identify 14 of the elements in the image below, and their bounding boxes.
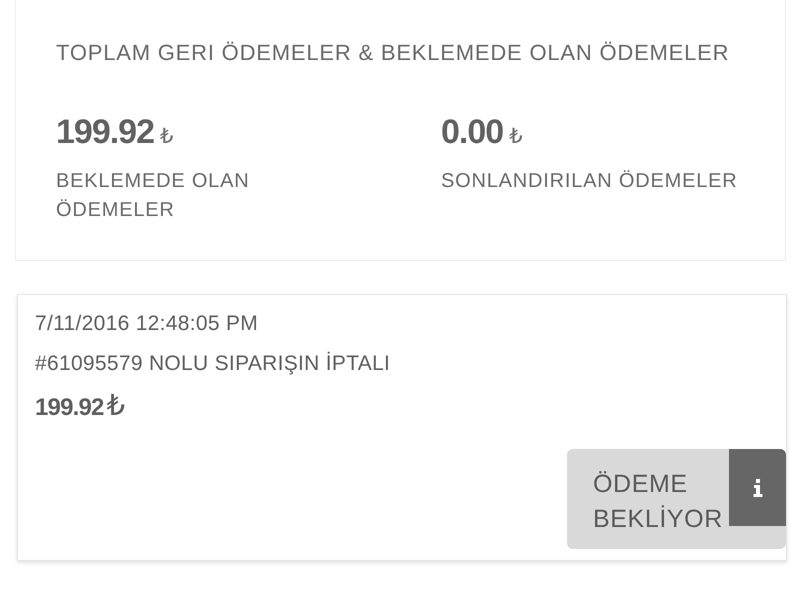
transaction-date: 7/11/2016 12:48:05 PM bbox=[35, 311, 260, 337]
status-label: ÖDEME BEKLİYOR bbox=[593, 469, 723, 535]
stat-amount: 199.92 bbox=[56, 112, 154, 153]
info-icon bbox=[752, 478, 762, 496]
summary-title: TOPLAM GERI ÖDEMELER & BEKLEMEDE OLAN ÖDEMELER bbox=[56, 39, 730, 67]
stat-label: SONLANDIRILAN ÖDEMELER bbox=[441, 169, 739, 194]
info-button[interactable] bbox=[729, 449, 786, 526]
stat-label: BEKLEMEDE OLAN ÖDEMELER bbox=[56, 169, 250, 223]
stat-amount: 0.00 bbox=[441, 112, 504, 153]
currency-sign: ₺ bbox=[160, 124, 174, 150]
transaction-description: #61095579 NOLU SIPARIŞIN İPTALI bbox=[35, 350, 392, 377]
transaction-amount: 199.92 bbox=[35, 393, 104, 423]
currency-sign: ₺ bbox=[106, 389, 126, 423]
currency-sign: ₺ bbox=[509, 124, 523, 150]
